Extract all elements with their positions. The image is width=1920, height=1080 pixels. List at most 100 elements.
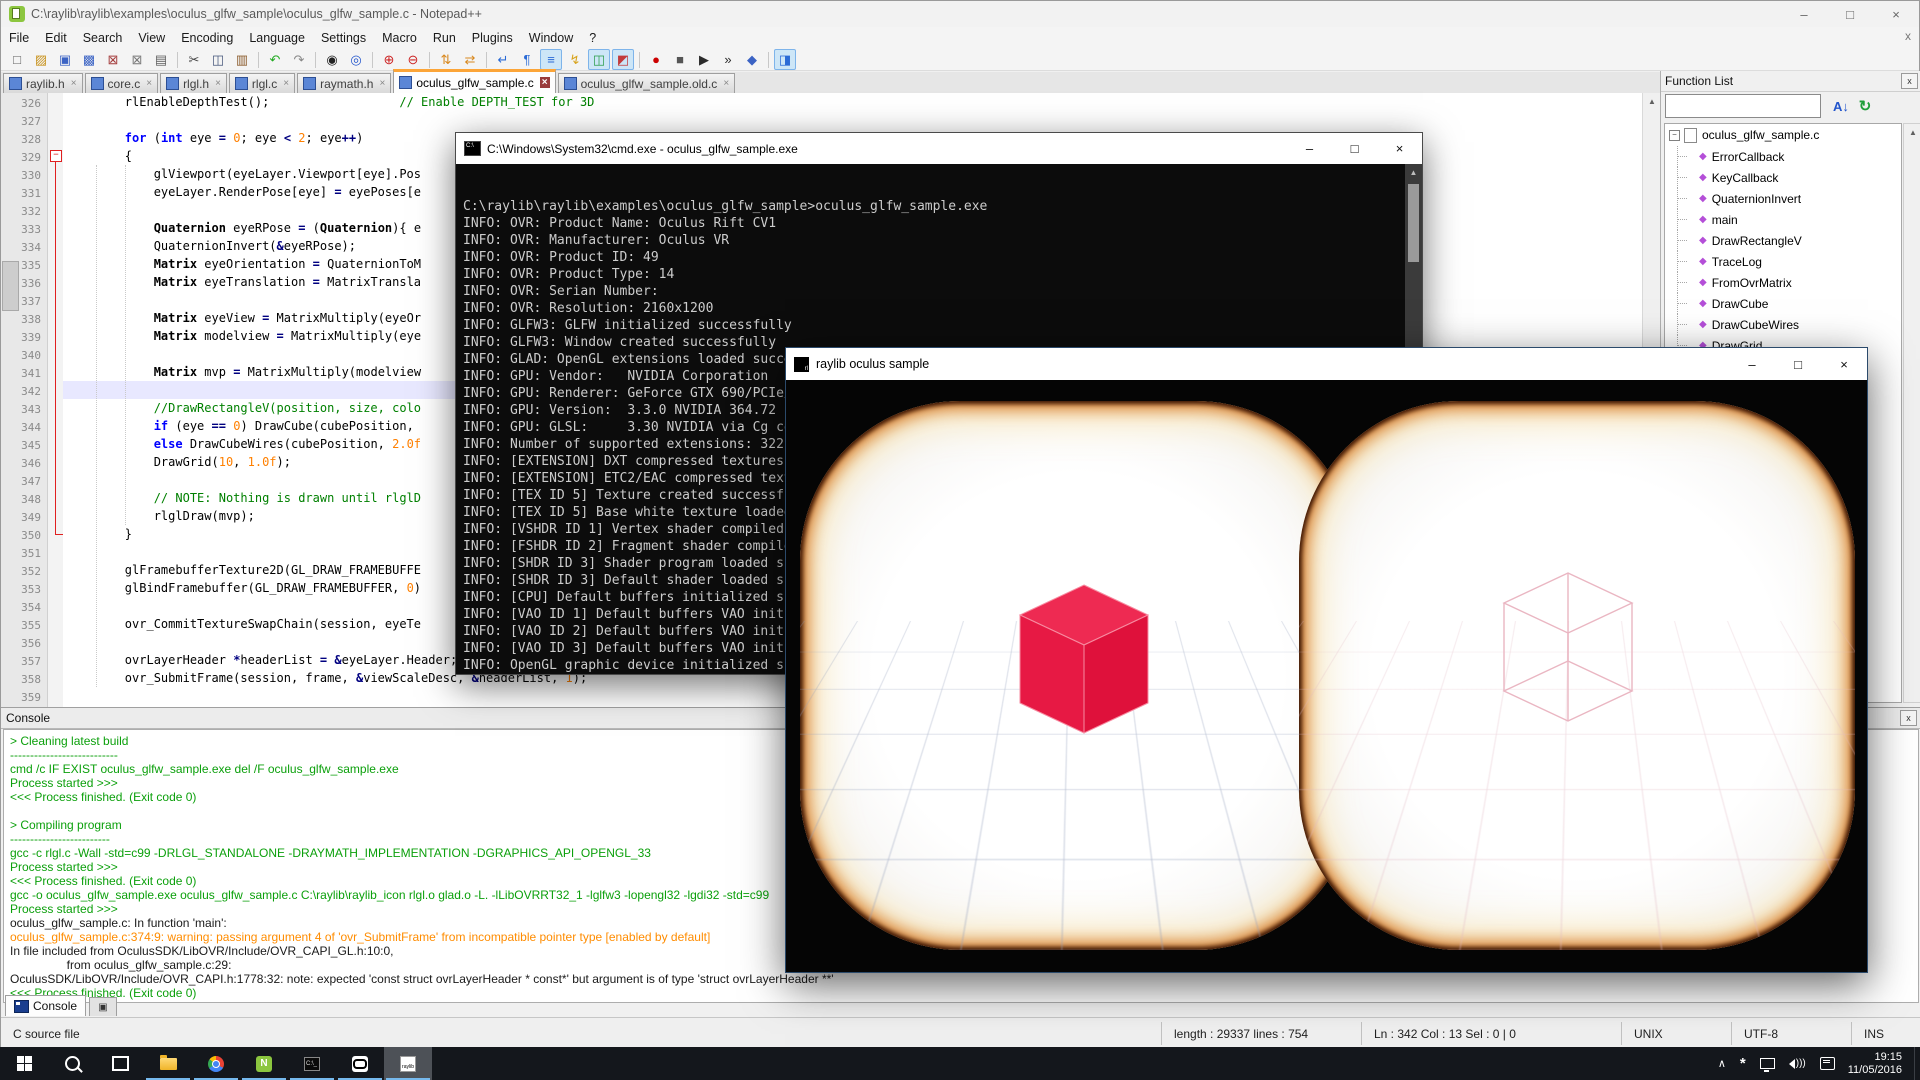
network-icon[interactable] xyxy=(1760,1058,1775,1069)
menu-search[interactable]: Search xyxy=(75,27,131,49)
toolbar-open-folder-icon[interactable]: ▨ xyxy=(30,49,52,70)
status-eol-format[interactable]: UNIX xyxy=(1621,1022,1734,1045)
menu-encoding[interactable]: Encoding xyxy=(173,27,241,49)
secondary-console-tab[interactable]: ▣ xyxy=(89,997,117,1016)
funclist-item-DrawCube[interactable]: ◆DrawCube xyxy=(1665,293,1901,314)
toolbar-paste-icon[interactable]: ▥ xyxy=(231,49,253,70)
tab-close-icon[interactable]: × xyxy=(146,78,152,89)
menubar-close-icon[interactable]: x xyxy=(1905,29,1911,43)
toolbar-cut-icon[interactable]: ✂ xyxy=(183,49,205,70)
editor-scrollbar-thumb[interactable] xyxy=(2,261,19,311)
toolbar-function-list-toggle-icon[interactable]: ◩ xyxy=(612,49,634,70)
toolbar-new-file-icon[interactable]: □ xyxy=(6,49,28,70)
taskbar-explorer-button[interactable] xyxy=(144,1047,192,1080)
scroll-up-icon[interactable]: ▲ xyxy=(1405,164,1422,180)
toolbar-save-all-icon[interactable]: ▩ xyxy=(78,49,100,70)
tab-close-icon[interactable]: × xyxy=(283,78,289,89)
function-list-search-input[interactable] xyxy=(1665,94,1821,118)
toolbar-show-indent-guide-icon[interactable]: ≡ xyxy=(540,49,562,70)
toolbar-zoom-out-icon[interactable]: ⊖ xyxy=(402,49,424,70)
toolbar-close-document-icon[interactable]: ⊠ xyxy=(102,49,124,70)
menu-edit[interactable]: Edit xyxy=(37,27,75,49)
tray-app-icon[interactable]: * xyxy=(1740,1055,1746,1072)
menu-view[interactable]: View xyxy=(130,27,173,49)
funclist-item-DrawCubeWires[interactable]: ◆DrawCubeWires xyxy=(1665,314,1901,335)
toolbar-word-wrap-icon[interactable]: ↵ xyxy=(492,49,514,70)
toolbar-play-macro-icon[interactable]: ▶ xyxy=(693,49,715,70)
tab-close-icon[interactable]: × xyxy=(71,78,77,89)
tab-close-icon[interactable]: × xyxy=(723,78,729,89)
taskbar-oculus-button[interactable] xyxy=(336,1047,384,1080)
toolbar-sync-vertical-scrolling-icon[interactable]: ⇅ xyxy=(435,49,457,70)
cmd-maximize-button[interactable]: □ xyxy=(1332,133,1377,164)
taskbar-clock[interactable]: 19:15 11/05/2016 xyxy=(1848,1051,1902,1077)
action-center-icon[interactable] xyxy=(1820,1057,1835,1070)
tab-close-icon[interactable]: × xyxy=(215,78,221,89)
tab-close-icon[interactable]: × xyxy=(540,77,550,88)
tab-close-icon[interactable]: × xyxy=(379,78,385,89)
tab-raylib.h[interactable]: raylib.h× xyxy=(3,73,83,93)
toolbar-replace-icon[interactable]: ◎ xyxy=(345,49,367,70)
toolbar-panel-toggle-icon[interactable]: ◨ xyxy=(774,49,796,70)
taskbar-chrome-button[interactable] xyxy=(192,1047,240,1080)
menu-window[interactable]: Window xyxy=(521,27,581,49)
tree-collapse-icon[interactable]: − xyxy=(1669,130,1680,141)
raylib-minimize-button[interactable]: – xyxy=(1729,348,1775,380)
fold-collapse-icon[interactable]: − xyxy=(50,150,62,162)
function-list-root[interactable]: − oculus_glfw_sample.c xyxy=(1665,124,1901,146)
cmd-scrollbar-thumb[interactable] xyxy=(1408,184,1419,262)
raylib-maximize-button[interactable]: □ xyxy=(1775,348,1821,380)
toolbar-stop-macro-icon[interactable]: ■ xyxy=(669,49,691,70)
toolbar-macro-lightning-icon[interactable]: ↯ xyxy=(564,49,586,70)
minimize-button[interactable]: – xyxy=(1781,1,1827,27)
funclist-item-QuaternionInvert[interactable]: ◆QuaternionInvert xyxy=(1665,188,1901,209)
volume-icon[interactable]: ))) xyxy=(1789,1058,1806,1069)
toolbar-document-map-icon[interactable]: ◫ xyxy=(588,49,610,70)
funclist-item-KeyCallback[interactable]: ◆KeyCallback xyxy=(1665,167,1901,188)
toolbar-undo-icon[interactable]: ↶ xyxy=(264,49,286,70)
taskbar-cmd-button[interactable]: C:\_ xyxy=(288,1047,336,1080)
cmd-close-button[interactable]: × xyxy=(1377,133,1422,164)
toolbar-save-icon[interactable]: ▣ xyxy=(54,49,76,70)
console-tab[interactable]: Console xyxy=(5,995,86,1016)
taskbar-raylib-button[interactable]: raylib xyxy=(384,1047,432,1080)
notepadpp-titlebar[interactable]: C:\raylib\raylib\examples\oculus_glfw_sa… xyxy=(1,1,1919,27)
function-list-refresh-icon[interactable]: ↻ xyxy=(1853,95,1877,117)
toolbar-redo-icon[interactable]: ↷ xyxy=(288,49,310,70)
funclist-item-FromOvrMatrix[interactable]: ◆FromOvrMatrix xyxy=(1665,272,1901,293)
menu-plugins[interactable]: Plugins xyxy=(464,27,521,49)
toolbar-record-macro-icon[interactable]: ● xyxy=(645,49,667,70)
toolbar-sync-horizontal-scrolling-icon[interactable]: ⇄ xyxy=(459,49,481,70)
taskbar-task-view-button[interactable] xyxy=(96,1047,144,1080)
show-desktop-button[interactable] xyxy=(1914,1047,1920,1080)
toolbar-run-macro-multiple-icon[interactable]: » xyxy=(717,49,739,70)
menu-run[interactable]: Run xyxy=(425,27,464,49)
tab-rlgl.c[interactable]: rlgl.c× xyxy=(229,73,295,93)
funclist-item-ErrorCallback[interactable]: ◆ErrorCallback xyxy=(1665,146,1901,167)
scroll-up-icon[interactable]: ▲ xyxy=(1643,93,1661,110)
raylib-titlebar[interactable]: raylib oculus sample – □ × xyxy=(786,348,1867,380)
raylib-close-button[interactable]: × xyxy=(1821,348,1867,380)
toolbar-close-all-documents-icon[interactable]: ⊠ xyxy=(126,49,148,70)
menu-settings[interactable]: Settings xyxy=(313,27,374,49)
menu-language[interactable]: Language xyxy=(241,27,313,49)
toolbar-print-icon[interactable]: ▤ xyxy=(150,49,172,70)
toolbar-show-all-characters-icon[interactable]: ¶ xyxy=(516,49,538,70)
menu-macro[interactable]: Macro xyxy=(374,27,425,49)
toolbar-find-icon[interactable]: ◉ xyxy=(321,49,343,70)
tab-oculus_glfw_sample.c[interactable]: oculus_glfw_sample.c× xyxy=(393,69,555,93)
tray-hidden-icons-chevron[interactable]: ∧ xyxy=(1718,1057,1726,1070)
tab-rlgl.h[interactable]: rlgl.h× xyxy=(160,73,227,93)
funclist-item-main[interactable]: ◆main xyxy=(1665,209,1901,230)
status-encoding[interactable]: UTF-8 xyxy=(1731,1022,1854,1045)
funclist-item-DrawRectangleV[interactable]: ◆DrawRectangleV xyxy=(1665,230,1901,251)
funclist-item-TraceLog[interactable]: ◆TraceLog xyxy=(1665,251,1901,272)
function-list-scrollbar[interactable]: ▲ xyxy=(1903,123,1920,703)
status-insert-mode[interactable]: INS xyxy=(1851,1022,1920,1045)
function-list-close-icon[interactable]: x xyxy=(1901,73,1918,89)
scroll-up-icon[interactable]: ▲ xyxy=(1904,124,1920,141)
toolbar-save-macro-icon[interactable]: ◆ xyxy=(741,49,763,70)
close-button[interactable]: × xyxy=(1873,1,1919,27)
tab-raymath.h[interactable]: raymath.h× xyxy=(297,73,391,93)
taskbar-notepadpp-button[interactable]: N xyxy=(240,1047,288,1080)
